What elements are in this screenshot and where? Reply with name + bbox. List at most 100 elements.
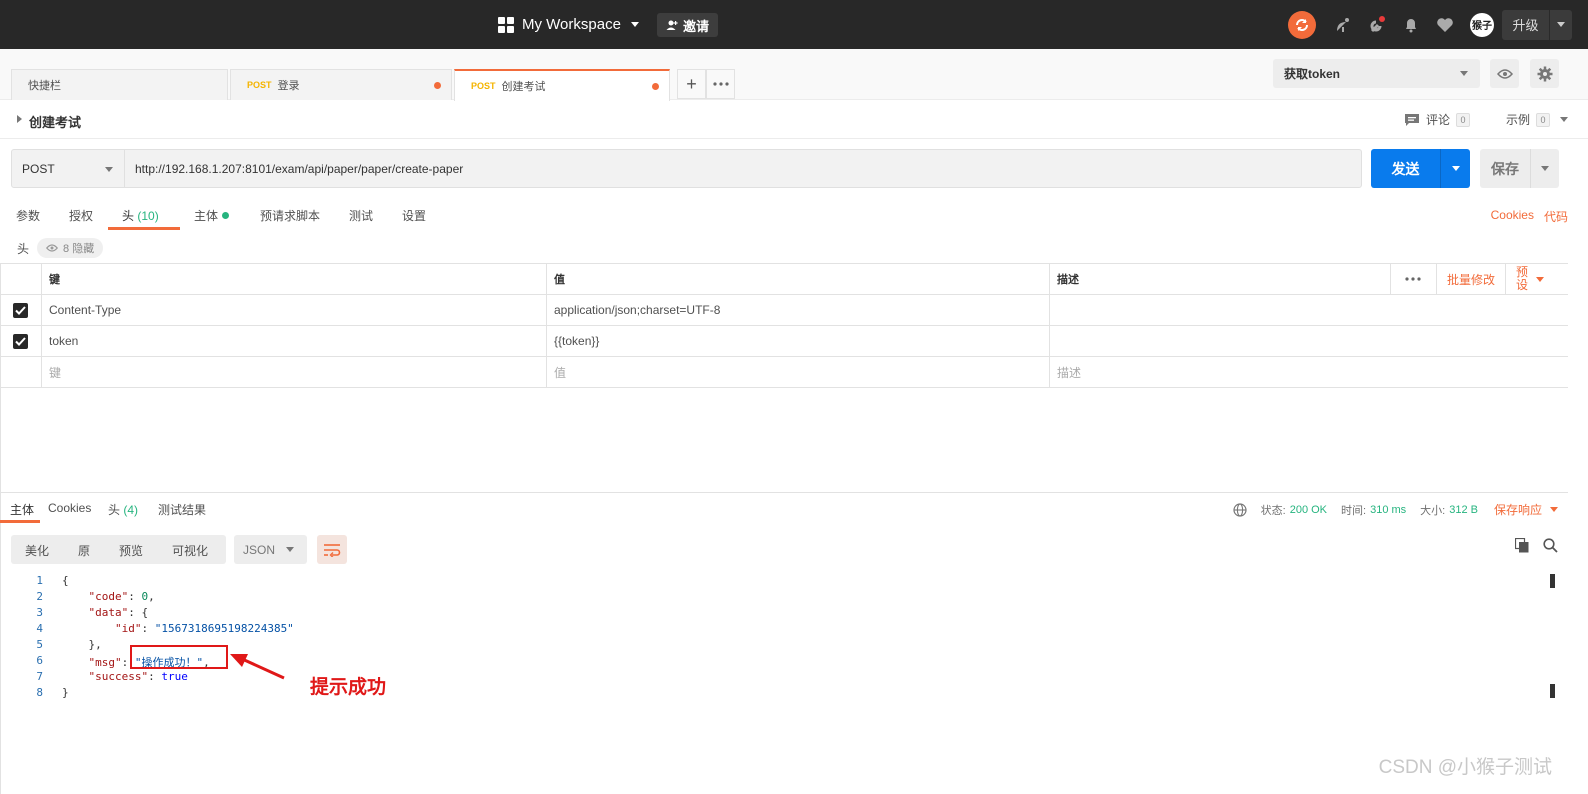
- cookies-link[interactable]: Cookies: [1491, 208, 1534, 225]
- chevron-down-icon: [1557, 22, 1565, 27]
- eye-icon: [1496, 68, 1513, 79]
- chevron-down-icon[interactable]: [1451, 166, 1460, 171]
- code-link[interactable]: 代码: [1544, 208, 1568, 225]
- resp-tab-body[interactable]: 主体: [10, 501, 34, 518]
- header-desc[interactable]: [1049, 326, 1568, 356]
- request-tabs: 参数 授权 头 (10) 主体 预请求脚本 测试 设置: [0, 200, 1000, 230]
- globe-icon[interactable]: [1233, 502, 1247, 517]
- wrap-lines-button[interactable]: [317, 535, 347, 564]
- bulk-edit-button[interactable]: 批量修改: [1435, 263, 1505, 295]
- presets-button[interactable]: 预 设: [1504, 263, 1554, 295]
- tab-label: 创建考试: [501, 81, 546, 93]
- scrollbar-thumb[interactable]: [1550, 684, 1555, 698]
- tab-auth[interactable]: 授权: [69, 207, 93, 224]
- settings-wrench-button[interactable]: [1360, 0, 1394, 49]
- format-raw[interactable]: 原: [78, 542, 90, 559]
- sync-button[interactable]: [1288, 10, 1316, 39]
- examples-button[interactable]: 示例: [1506, 111, 1530, 128]
- format-pretty[interactable]: 美化: [25, 542, 49, 559]
- method-select[interactable]: POST: [11, 149, 125, 188]
- tab-create-exam[interactable]: POST 创建考试: [454, 69, 670, 101]
- chevron-down-icon: [286, 547, 294, 552]
- active-tab-indicator: [108, 227, 180, 230]
- panel-border: [0, 263, 1, 794]
- new-value-input[interactable]: 值: [546, 357, 1049, 387]
- row-checkbox[interactable]: [13, 302, 28, 318]
- tab-headers[interactable]: 头 (10): [122, 207, 159, 224]
- invite-button[interactable]: 邀请: [657, 13, 719, 37]
- invite-label: 邀请: [683, 18, 710, 34]
- tab-quickbar[interactable]: 快捷栏: [11, 69, 228, 100]
- line-number: 6: [36, 654, 43, 667]
- resp-tab-tests[interactable]: 测试结果: [158, 501, 206, 518]
- save-label: 保存: [1491, 160, 1519, 177]
- code-token: "data": [88, 606, 129, 619]
- chevron-down-icon[interactable]: [1560, 117, 1568, 122]
- header-value[interactable]: application/json;charset=UTF-8: [546, 295, 1049, 325]
- chevron-down-icon[interactable]: [1541, 166, 1549, 171]
- time-value[interactable]: 310 ms: [1370, 504, 1406, 516]
- tab-tests[interactable]: 测试: [349, 207, 373, 224]
- environment-quicklook-button[interactable]: [1490, 59, 1519, 88]
- scrollbar-thumb[interactable]: [1550, 574, 1555, 588]
- line-number: 3: [36, 606, 43, 619]
- comment-icon: [1404, 113, 1419, 126]
- upgrade-label: 升级: [1512, 18, 1539, 33]
- caret-right-icon[interactable]: [17, 115, 22, 123]
- row-checkbox[interactable]: [13, 333, 28, 349]
- notifications-button[interactable]: [1394, 0, 1428, 49]
- new-tab-button[interactable]: +: [677, 69, 706, 99]
- header-key[interactable]: token: [41, 326, 546, 356]
- save-response-button[interactable]: 保存响应: [1494, 501, 1558, 518]
- search-icon[interactable]: [1543, 538, 1558, 553]
- request-title[interactable]: 创建考试: [29, 112, 81, 131]
- hidden-count: 8 隐藏: [63, 243, 95, 255]
- header-checkbox-col: [0, 264, 41, 294]
- manage-environments-button[interactable]: [1530, 59, 1559, 88]
- tab-settings[interactable]: 设置: [402, 207, 426, 224]
- comments-button[interactable]: 评论: [1426, 111, 1450, 128]
- watermark: CSDN @小猴子测试: [1378, 757, 1552, 778]
- new-desc-input[interactable]: 描述: [1049, 357, 1568, 387]
- workspace-name: My Workspace: [522, 16, 621, 33]
- header-desc[interactable]: [1049, 295, 1568, 325]
- more-options-button[interactable]: [1389, 263, 1436, 295]
- header-key[interactable]: Content-Type: [41, 295, 546, 325]
- save-button[interactable]: 保存: [1480, 149, 1559, 188]
- tab-prerequest[interactable]: 预请求脚本: [260, 207, 320, 224]
- line-number: 7: [36, 670, 43, 683]
- new-key-input[interactable]: 键: [41, 357, 546, 387]
- resp-headers-count: (4): [123, 503, 139, 517]
- tab-params[interactable]: 参数: [16, 207, 40, 224]
- code-token: }: [62, 686, 69, 699]
- code-line: "data": {: [62, 606, 149, 619]
- line-number: 2: [36, 590, 43, 603]
- copy-icon[interactable]: [1515, 538, 1529, 553]
- favorites-button[interactable]: [1428, 0, 1462, 49]
- environment-select[interactable]: 获取token: [1273, 59, 1480, 88]
- chevron-down-icon: [105, 167, 113, 172]
- interceptor-button[interactable]: [1326, 0, 1360, 49]
- tab-login[interactable]: POST 登录: [230, 69, 452, 100]
- workspace-switcher[interactable]: My Workspace: [498, 0, 639, 49]
- send-button[interactable]: 发送: [1371, 149, 1470, 188]
- url-input[interactable]: http://192.168.1.207:8101/exam/api/paper…: [124, 149, 1362, 188]
- status-value[interactable]: 200 OK: [1290, 504, 1327, 516]
- upgrade-button[interactable]: 升级: [1502, 9, 1572, 40]
- size-value[interactable]: 312 B: [1449, 504, 1478, 516]
- resp-tab-headers[interactable]: 头 (4): [108, 501, 138, 518]
- avatar[interactable]: 猴子: [1470, 12, 1494, 37]
- language-select[interactable]: JSON: [234, 535, 307, 564]
- tab-options-button[interactable]: [706, 69, 735, 99]
- hidden-headers-toggle[interactable]: 8 隐藏: [37, 238, 104, 258]
- tab-body[interactable]: 主体: [194, 207, 230, 224]
- resp-tab-cookies[interactable]: Cookies: [48, 501, 91, 515]
- format-visualize[interactable]: 可视化: [172, 542, 208, 559]
- code-token: "success": [88, 670, 149, 683]
- header-value[interactable]: {{token}}: [546, 326, 1049, 356]
- annotation-text: 提示成功: [310, 677, 387, 698]
- code-token: "msg": [88, 656, 122, 669]
- format-preview[interactable]: 预览: [119, 542, 143, 559]
- response-status: 状态: 200 OK 时间: 310 ms 大小: 312 B 保存响应: [1233, 501, 1558, 518]
- code-line: {: [62, 574, 69, 587]
